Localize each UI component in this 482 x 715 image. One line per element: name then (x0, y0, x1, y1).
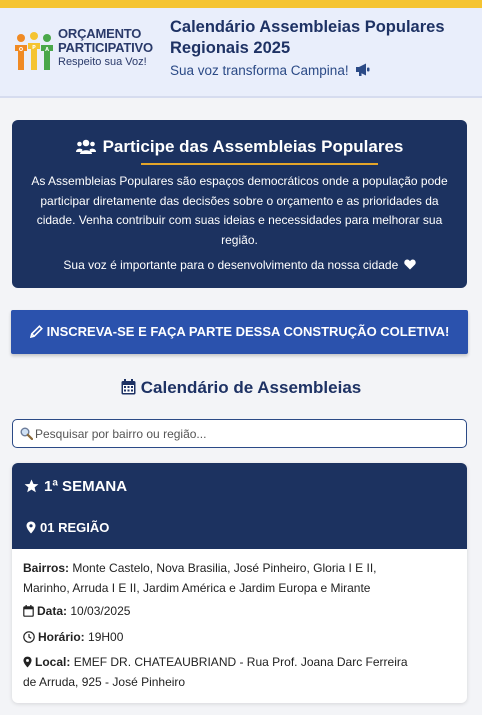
data-label: Data: (37, 604, 68, 618)
signup-button-label: INSCREVA-SE E FAÇA PARTE DESSA CONSTRUÇÃ… (46, 324, 450, 339)
search-box[interactable] (12, 419, 467, 448)
pencil-icon (29, 325, 43, 339)
search-input[interactable] (35, 424, 455, 444)
intro-paragraph: As Assembleias Populares são espaços dem… (31, 174, 448, 247)
intro-heading-text: Participe das Assembleias Populares (102, 137, 404, 156)
top-accent-bar (0, 0, 482, 8)
intro-heading-underline (141, 163, 378, 165)
horario-value: 19H00 (88, 630, 124, 644)
data-value: 10/03/2025 (70, 604, 131, 618)
users-icon (75, 139, 96, 154)
intro-paragraph-secondary: Sua voz é importante para o desenvolvime… (28, 256, 451, 274)
logo-tagline: Respeito sua Voz! (58, 56, 147, 68)
heart-icon (403, 259, 416, 270)
logo[interactable]: O P A ORÇAMENTO PARTICIPATIVO Respeito s… (12, 26, 153, 78)
page-title: Calendário Assembleias Populares Regiona… (170, 18, 445, 57)
calendar-icon (121, 379, 136, 395)
page-subtitle: Sua voz transforma Campina! (170, 63, 370, 78)
clock-icon (23, 631, 35, 643)
card-week-text: 1ª SEMANA (44, 478, 128, 495)
intro-panel: Participe das Assembleias Populares As A… (12, 120, 467, 288)
signup-button[interactable]: INSCREVA-SE E FAÇA PARTE DESSA CONSTRUÇÃ… (11, 310, 468, 354)
bairros-value: Monte Castelo, Nova Brasilia, José Pinhe… (23, 561, 377, 595)
local-label: Local: (35, 655, 71, 669)
card-location: Local: EMEF DR. CHATEAUBRIAND - Rua Prof… (23, 653, 423, 692)
bairros-label: Bairros: (23, 561, 70, 575)
map-pin-icon (26, 521, 36, 534)
local-value: EMEF DR. CHATEAUBRIAND - Rua Prof. Joana… (23, 655, 408, 689)
search-icon (20, 427, 33, 440)
card-bairros: Bairros: Monte Castelo, Nova Brasilia, J… (23, 559, 423, 598)
subtitle-text: Sua voz transforma Campina! (170, 63, 349, 78)
logo-letter-p: P (32, 45, 36, 51)
logo-line1: ORÇAMENTO (58, 26, 142, 41)
card-region-text: 01 REGIÃO (40, 520, 110, 535)
logo-letter-a: A (45, 47, 49, 53)
calendar-outline-icon (23, 605, 34, 617)
map-pin-icon (23, 656, 32, 668)
megaphone-icon (356, 63, 370, 76)
card-week: 1ª SEMANA (24, 478, 127, 495)
assembly-card: 1ª SEMANA 01 REGIÃO Bairros: Monte Caste… (12, 463, 467, 703)
card-header: 1ª SEMANA 01 REGIÃO (12, 463, 467, 549)
header: O P A ORÇAMENTO PARTICIPATIVO Respeito s… (0, 8, 482, 98)
logo-figures-icon: O P A (15, 32, 53, 70)
logo-wordmark: ORÇAMENTO PARTICIPATIVO (58, 27, 153, 55)
card-date: Data: 10/03/2025 (23, 602, 423, 622)
horario-label: Horário: (38, 630, 85, 644)
intro-heading: Participe das Assembleias Populares (12, 137, 467, 157)
logo-line2: PARTICIPATIVO (58, 40, 153, 55)
star-icon (24, 479, 39, 493)
logo-letter-o: O (19, 47, 23, 53)
calendar-heading: Calendário de Assembleias (0, 378, 482, 398)
card-region: 01 REGIÃO (26, 520, 109, 535)
card-time: Horário: 19H00 (23, 628, 423, 648)
calendar-heading-text: Calendário de Assembleias (140, 378, 362, 397)
intro-paragraph2-text: Sua voz é importante para o desenvolvime… (63, 258, 399, 272)
